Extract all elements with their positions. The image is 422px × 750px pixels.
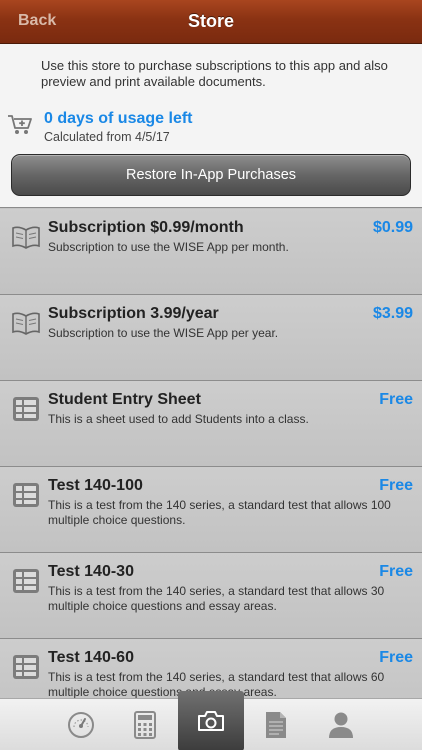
calculated-from-date: Calculated from 4/5/17: [44, 130, 170, 144]
store-item-test-140-30[interactable]: Test 140-30 Free This is a test from the…: [0, 553, 422, 639]
store-description: Use this store to purchase subscriptions…: [41, 58, 388, 89]
item-price[interactable]: Free: [379, 563, 413, 581]
item-price[interactable]: Free: [379, 649, 413, 667]
page-title: Store: [187, 11, 234, 31]
document-icon: [266, 712, 286, 738]
tab-bar: [0, 691, 422, 750]
calculator-icon: [134, 711, 156, 739]
item-price[interactable]: Free: [379, 391, 413, 409]
item-name: Subscription $0.99/month: [48, 219, 244, 236]
cart-add-icon: [8, 115, 32, 134]
item-name: Subscription 3.99/year: [48, 305, 219, 322]
restore-purchases-button[interactable]: Restore In-App Purchases: [11, 154, 411, 196]
tab-profile[interactable]: [308, 699, 374, 750]
tab-calculator[interactable]: [112, 699, 178, 750]
item-price[interactable]: Free: [379, 477, 413, 495]
gauge-icon: [68, 712, 94, 738]
item-price[interactable]: $3.99: [373, 305, 413, 323]
item-description: This is a test from the 140 series, a st…: [48, 584, 385, 613]
tab-gauge[interactable]: [48, 699, 114, 750]
item-description: This is a test from the 140 series, a st…: [48, 498, 391, 527]
navigation-bar: Back Store: [0, 0, 422, 44]
item-name: Student Entry Sheet: [48, 391, 201, 408]
tab-camera[interactable]: [178, 691, 244, 750]
tab-document[interactable]: [243, 699, 309, 750]
store-item-test-140-100[interactable]: Test 140-100 Free This is a test from th…: [0, 467, 422, 553]
person-icon: [329, 712, 353, 738]
camera-icon: [198, 711, 224, 731]
item-description: Subscription to use the WISE App per yea…: [48, 326, 279, 340]
form-icon: [13, 655, 39, 679]
store-item-student-entry-sheet[interactable]: Student Entry Sheet Free This is a sheet…: [0, 381, 422, 467]
item-price[interactable]: $0.99: [373, 219, 413, 237]
item-name: Test 140-30: [48, 563, 134, 580]
store-item-subscription-yearly[interactable]: Subscription 3.99/year $3.99 Subscriptio…: [0, 295, 422, 381]
form-icon: [13, 483, 39, 507]
form-icon: [13, 569, 39, 593]
item-description: Subscription to use the WISE App per mon…: [48, 240, 289, 254]
form-icon: [13, 397, 39, 421]
book-icon: [12, 312, 40, 335]
item-name: Test 140-60: [48, 649, 134, 666]
usage-days-left: 0 days of usage left: [44, 110, 193, 127]
store-item-subscription-monthly[interactable]: Subscription $0.99/month $0.99 Subscript…: [0, 209, 422, 295]
item-description: This is a sheet used to add Students int…: [48, 412, 309, 426]
book-icon: [12, 226, 40, 249]
item-name: Test 140-100: [48, 477, 143, 494]
